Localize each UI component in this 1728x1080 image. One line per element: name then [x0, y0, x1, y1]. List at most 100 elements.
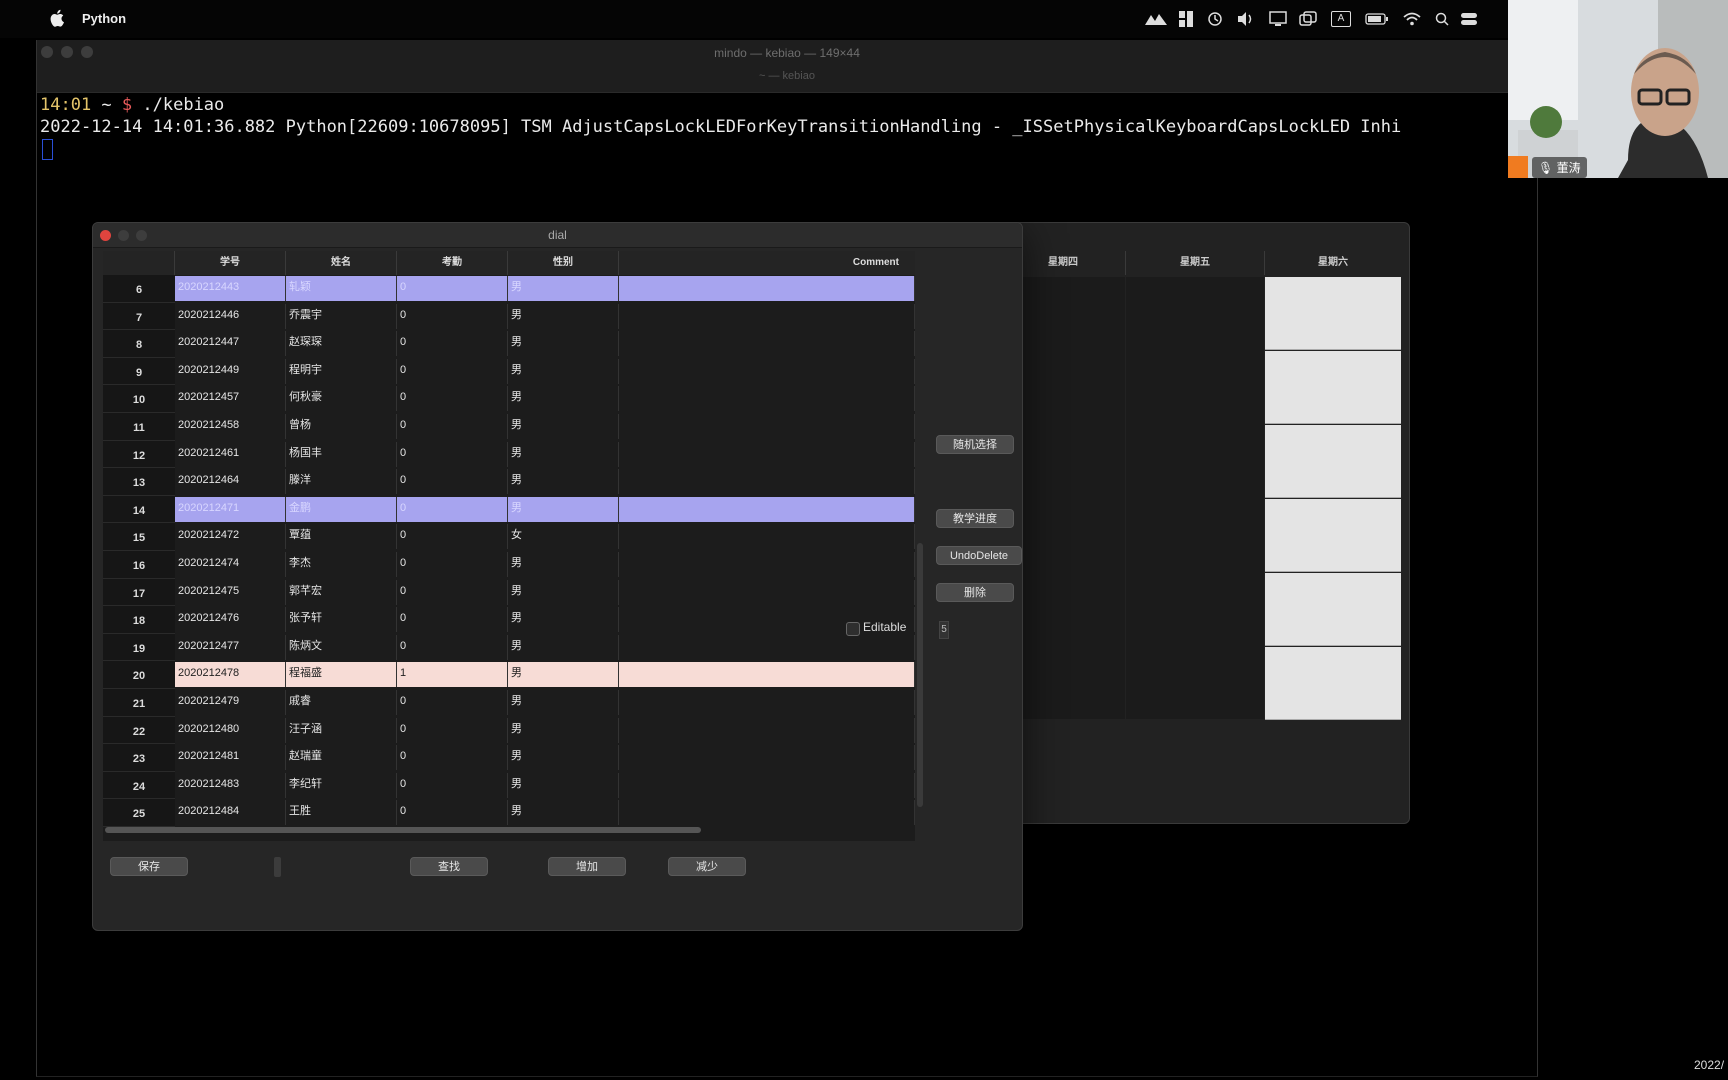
cell-id[interactable]: 2020212471: [175, 496, 286, 522]
cell-sex[interactable]: 男: [508, 331, 619, 357]
cell-comment[interactable]: [619, 552, 915, 577]
table-vertical-scrollbar[interactable]: [917, 543, 923, 807]
cell-attendance[interactable]: 0: [397, 441, 508, 467]
cell-name[interactable]: 覃蕴: [286, 524, 397, 550]
cell-attendance[interactable]: 0: [397, 414, 508, 439]
cell-id[interactable]: 2020212464: [175, 469, 286, 495]
table-row[interactable]: 24 2020212483 李纪轩 0 男: [103, 771, 915, 800]
undo-delete-button[interactable]: UndoDelete: [936, 546, 1022, 565]
cell-id[interactable]: 2020212484: [175, 800, 286, 826]
apple-icon[interactable]: [50, 9, 64, 27]
cell-comment[interactable]: [619, 441, 915, 467]
column-header-id[interactable]: 学号: [175, 251, 286, 275]
cell-comment[interactable]: [619, 717, 915, 743]
cell-comment[interactable]: [619, 496, 915, 522]
cell-attendance[interactable]: 0: [397, 717, 508, 743]
row-number[interactable]: 18: [103, 606, 175, 634]
cell-attendance[interactable]: 0: [397, 690, 508, 715]
cell-sex[interactable]: 男: [508, 303, 619, 329]
cell-name[interactable]: 王胜: [286, 800, 397, 826]
cell-comment[interactable]: [619, 303, 915, 329]
cell-id[interactable]: 2020212481: [175, 745, 286, 771]
delete-button[interactable]: 删除: [936, 583, 1014, 602]
small-handle[interactable]: [274, 857, 281, 877]
cell-name[interactable]: 赵瑞童: [286, 745, 397, 771]
control-center-icon[interactable]: [1461, 12, 1477, 26]
cell-comment[interactable]: [619, 745, 915, 771]
table-row[interactable]: 7 2020212446 乔震宇 0 男: [103, 302, 915, 331]
table-row[interactable]: 14 2020212471 金鹏 0 男: [103, 495, 915, 524]
cell-sex[interactable]: 男: [508, 607, 619, 633]
cell-id[interactable]: 2020212443: [175, 276, 286, 301]
cell-name[interactable]: 曾杨: [286, 414, 397, 439]
table-row[interactable]: 25 2020212484 王胜 0 男: [103, 799, 915, 827]
row-number[interactable]: 21: [103, 689, 175, 717]
table-row[interactable]: 16 2020212474 李杰 0 男: [103, 551, 915, 579]
student-table[interactable]: 学号 姓名 考勤 性别 Comment 6 2020212443 轧颖 0 男 7 2020…: [103, 251, 915, 841]
cell-sex[interactable]: 男: [508, 579, 619, 605]
cell-name[interactable]: 赵琛琛: [286, 331, 397, 357]
cell-id[interactable]: 2020212474: [175, 552, 286, 577]
schedule-cell[interactable]: [1265, 351, 1401, 424]
cell-sex[interactable]: 男: [508, 717, 619, 743]
screen-mirroring-icon[interactable]: [1299, 11, 1317, 27]
volume-icon[interactable]: [1237, 11, 1255, 27]
row-number[interactable]: 8: [103, 330, 175, 358]
cell-sex[interactable]: 男: [508, 634, 619, 660]
cell-comment[interactable]: [619, 386, 915, 412]
cell-id[interactable]: 2020212480: [175, 717, 286, 743]
row-number[interactable]: 20: [103, 661, 175, 689]
table-row[interactable]: 21 2020212479 戚睿 0 男: [103, 689, 915, 717]
schedule-cell[interactable]: [1265, 647, 1401, 720]
cell-sex[interactable]: 男: [508, 772, 619, 798]
row-number[interactable]: 22: [103, 716, 175, 745]
cell-attendance[interactable]: 0: [397, 331, 508, 357]
cell-sex[interactable]: 男: [508, 552, 619, 577]
cell-id[interactable]: 2020212472: [175, 524, 286, 550]
app-menu-python[interactable]: Python: [82, 11, 126, 26]
row-number[interactable]: 11: [103, 413, 175, 441]
cell-attendance[interactable]: 0: [397, 800, 508, 826]
cell-name[interactable]: 何秋豪: [286, 386, 397, 412]
add-button[interactable]: 增加: [548, 857, 626, 876]
table-row[interactable]: 13 2020212464 滕洋 0 男: [103, 468, 915, 496]
cell-name[interactable]: 轧颖: [286, 276, 397, 301]
save-button[interactable]: 保存: [110, 857, 188, 876]
table-row[interactable]: 18 2020212476 张予轩 0 男: [103, 606, 915, 634]
row-number[interactable]: 13: [103, 468, 175, 496]
cell-attendance[interactable]: 0: [397, 358, 508, 384]
cell-comment[interactable]: [619, 331, 915, 357]
cell-name[interactable]: 陈炳文: [286, 634, 397, 660]
row-number[interactable]: 25: [103, 799, 175, 827]
cell-name[interactable]: 郭芊宏: [286, 579, 397, 605]
cell-name[interactable]: 金鹏: [286, 496, 397, 522]
row-number[interactable]: 15: [103, 523, 175, 551]
random-select-button[interactable]: 随机选择: [936, 435, 1014, 454]
cell-sex[interactable]: 男: [508, 690, 619, 715]
reduce-button[interactable]: 减少: [668, 857, 746, 876]
spotlight-search-icon[interactable]: [1435, 12, 1449, 26]
row-number[interactable]: 6: [103, 275, 175, 303]
column-header-comment[interactable]: Comment: [619, 251, 915, 275]
cell-sex[interactable]: 女: [508, 524, 619, 550]
row-number[interactable]: 12: [103, 440, 175, 469]
schedule-cell[interactable]: [1265, 499, 1401, 572]
cell-id[interactable]: 2020212449: [175, 358, 286, 384]
cell-attendance[interactable]: 0: [397, 524, 508, 550]
table-row[interactable]: 10 2020212457 何秋豪 0 男: [103, 385, 915, 413]
cell-comment[interactable]: [619, 662, 915, 688]
table-row[interactable]: 20 2020212478 程福盛 1 男: [103, 661, 915, 689]
cell-attendance[interactable]: 0: [397, 469, 508, 495]
cell-sex[interactable]: 男: [508, 441, 619, 467]
cell-id[interactable]: 2020212458: [175, 414, 286, 439]
cell-id[interactable]: 2020212447: [175, 331, 286, 357]
input-source-icon[interactable]: A: [1331, 11, 1351, 27]
display-icon[interactable]: [1269, 11, 1287, 27]
cell-comment[interactable]: [619, 690, 915, 715]
cell-sex[interactable]: 男: [508, 800, 619, 826]
cell-comment[interactable]: [619, 414, 915, 439]
cell-attendance[interactable]: 0: [397, 303, 508, 329]
cell-name[interactable]: 程福盛: [286, 662, 397, 688]
column-header-attendance[interactable]: 考勤: [397, 251, 508, 275]
cell-id[interactable]: 2020212461: [175, 441, 286, 467]
